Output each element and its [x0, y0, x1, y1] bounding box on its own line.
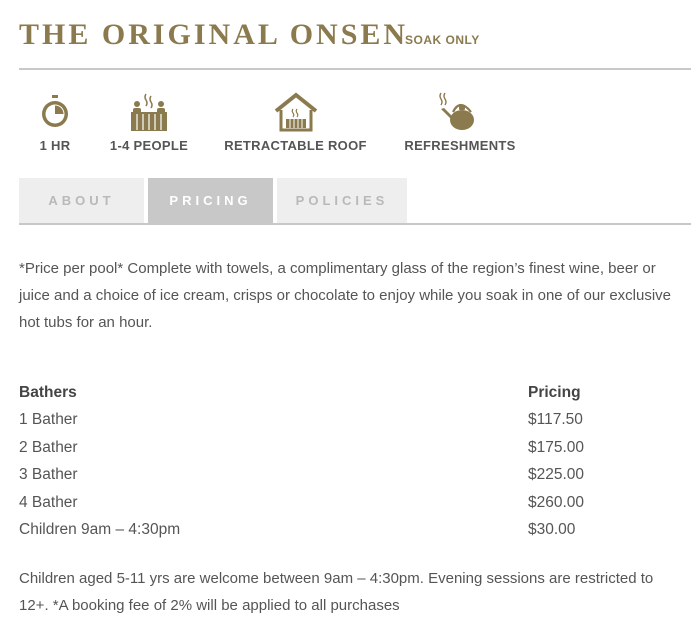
teapot-icon	[439, 92, 474, 130]
bathers-cell: Children 9am – 4:30pm	[19, 520, 181, 538]
tab-pricing[interactable]: PRICING	[148, 178, 273, 223]
table-header-row: Bathers Pricing	[19, 379, 679, 406]
hot-tub-people-icon	[131, 93, 167, 131]
table-row: Children 9am – 4:30pm $30.00	[19, 516, 679, 543]
feature-list: 1 HR 1-4 PEOPLE RETRACTABLE ROOF REFRESH…	[19, 92, 691, 162]
column-header-bathers: Bathers	[19, 384, 77, 401]
page-subtitle: SOAK ONLY	[405, 33, 480, 47]
feature-label: RETRACTABLE ROOF	[224, 138, 367, 153]
tab-about[interactable]: ABOUT	[19, 178, 144, 223]
feature-label: 1 HR	[39, 138, 71, 153]
tab-policies[interactable]: POLICIES	[277, 178, 407, 223]
price-cell: $260.00	[528, 493, 585, 511]
page-header: THE ORIGINAL ONSEN SOAK ONLY	[19, 18, 691, 70]
price-cell: $225.00	[528, 466, 585, 484]
bathers-cell: 3 Bather	[19, 466, 78, 484]
bathers-cell: 1 Bather	[19, 411, 78, 429]
feature-roof: RETRACTABLE ROOF	[218, 92, 373, 153]
tab-bar: ABOUT PRICING POLICIES	[19, 178, 691, 225]
stopwatch-icon	[42, 95, 68, 127]
feature-capacity: 1-4 PEOPLE	[107, 92, 191, 153]
feature-label: REFRESHMENTS	[404, 138, 516, 153]
feature-label: 1-4 PEOPLE	[109, 138, 189, 153]
price-cell: $175.00	[528, 438, 585, 456]
pricing-table: Bathers Pricing 1 Bather $117.50 2 Bathe…	[19, 379, 679, 543]
table-row: 4 Bather $260.00	[19, 489, 679, 516]
feature-refreshments: REFRESHMENTS	[401, 92, 519, 153]
price-cell: $117.50	[528, 411, 583, 429]
bathers-cell: 2 Bather	[19, 438, 78, 456]
bathers-cell: 4 Bather	[19, 493, 78, 511]
table-row: 3 Bather $225.00	[19, 461, 679, 488]
house-tub-icon	[274, 92, 317, 132]
policy-note: Children aged 5-11 yrs are welcome betwe…	[19, 570, 654, 614]
pricing-description: *Price per pool* Complete with towels, a…	[19, 260, 672, 331]
price-cell: $30.00	[528, 520, 576, 538]
feature-duration: 1 HR	[35, 92, 75, 153]
table-row: 1 Bather $117.50	[19, 406, 679, 433]
table-row: 2 Bather $175.00	[19, 434, 679, 461]
column-header-pricing: Pricing	[528, 384, 581, 401]
page-title: THE ORIGINAL ONSEN	[19, 18, 409, 51]
